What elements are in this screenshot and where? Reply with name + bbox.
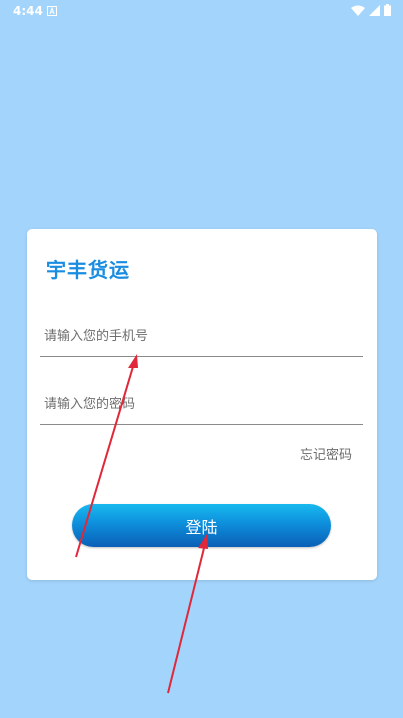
status-icons [351, 4, 391, 19]
status-time: 4:44 [13, 4, 43, 18]
phone-input[interactable] [40, 317, 363, 356]
password-input[interactable] [40, 385, 363, 424]
app-title: 宇丰货运 [46, 258, 130, 282]
wifi-icon [351, 5, 365, 19]
forgot-password-link[interactable]: 忘记密码 [300, 444, 352, 463]
login-button[interactable]: 登陆 [72, 504, 331, 547]
phone-field [40, 317, 363, 357]
status-bar: 4:44 [0, 0, 403, 24]
login-card: 宇丰货运 忘记密码 登陆 [27, 229, 377, 580]
battery-icon [384, 4, 391, 19]
notification-a-icon [47, 5, 57, 16]
signal-icon [369, 4, 380, 19]
password-field [40, 385, 363, 425]
